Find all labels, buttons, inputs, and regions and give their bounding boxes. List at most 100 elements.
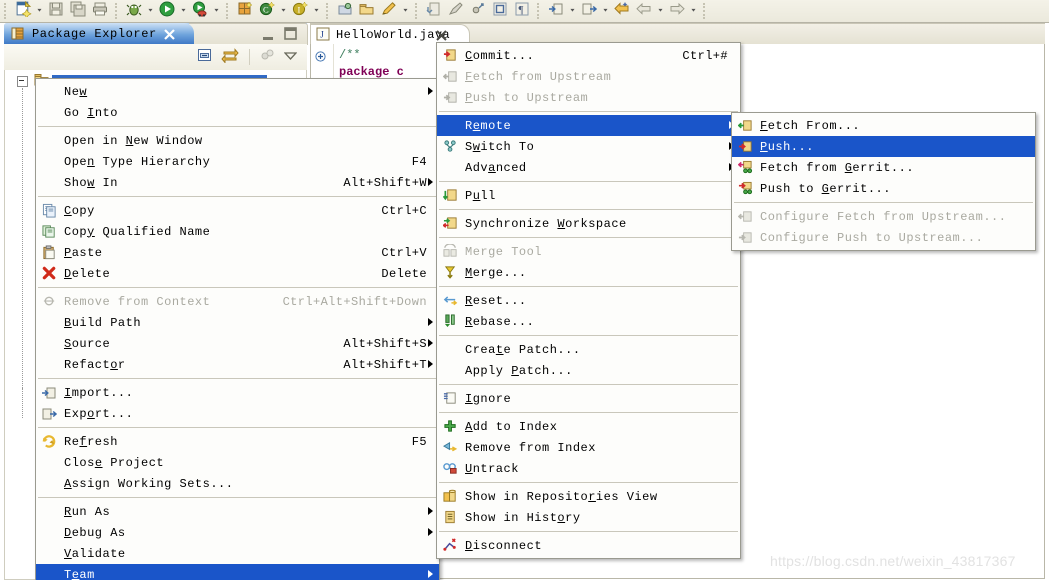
menu-item-copy[interactable]: Copy Ctrl+C	[36, 200, 439, 221]
menu-item-delete[interactable]: Delete Delete	[36, 263, 439, 284]
menu-item-reset[interactable]: Reset...	[437, 290, 740, 311]
package-explorer-tab[interactable]: Package Explorer	[4, 23, 308, 47]
show-whitespace-button[interactable]: ¶	[511, 1, 533, 21]
menu-item-apply-patch[interactable]: Apply Patch...	[437, 360, 740, 381]
save-button[interactable]	[45, 1, 67, 21]
menu-item-show-in-history[interactable]: Show in History	[437, 507, 740, 528]
collapse-all-icon[interactable]	[197, 47, 213, 68]
menu-item-go-into[interactable]: Go Into	[36, 102, 439, 123]
export-button-dropdown[interactable]	[600, 1, 611, 21]
new-java-class-button-dropdown[interactable]	[278, 1, 289, 21]
menu-item-ignore[interactable]: Ignore	[437, 388, 740, 409]
block-selection-icon	[492, 1, 508, 22]
menu-item-validate[interactable]: Validate	[36, 543, 439, 564]
previous-annotation-button[interactable]	[423, 1, 445, 21]
remote-submenu[interactable]: Fetch From... Push... Fetch from Gerrit...…	[731, 112, 1036, 251]
menu-item-export[interactable]: Export...	[36, 403, 439, 424]
menu-item-assign-working-sets[interactable]: Assign Working Sets...	[36, 473, 439, 494]
run-button[interactable]	[156, 1, 178, 21]
new-java-class-button[interactable]: C	[256, 0, 278, 21]
menu-item-disconnect[interactable]: Disconnect	[437, 535, 740, 556]
menu-item-new[interactable]: New	[36, 81, 439, 102]
search-button-dropdown[interactable]	[400, 1, 411, 21]
tree-expander-icon[interactable]	[17, 76, 28, 87]
print-button[interactable]	[89, 1, 111, 21]
external-tools-button[interactable]	[189, 1, 211, 21]
open-type-button[interactable]	[334, 1, 356, 21]
import-button[interactable]	[545, 1, 567, 21]
next-annotation-button[interactable]	[445, 1, 467, 21]
menu-item-source[interactable]: Source Alt+Shift+S	[36, 333, 439, 354]
menu-item-fetch-from[interactable]: Fetch From...	[732, 115, 1035, 136]
menu-item-configure-fetch-from-upstream[interactable]: Configure Fetch from Upstream...	[732, 206, 1035, 227]
back-button-dropdown[interactable]	[655, 1, 666, 21]
menu-item-team[interactable]: Team	[36, 564, 439, 580]
menu-item-create-patch[interactable]: Create Patch...	[437, 339, 740, 360]
close-x-icon[interactable]	[164, 27, 175, 45]
new-java-package-button[interactable]	[234, 0, 256, 21]
menu-item-fetch-from-gerrit[interactable]: Fetch from Gerrit...	[732, 157, 1035, 178]
menu-item-switch-to[interactable]: Switch To	[437, 136, 740, 157]
new-java-interface-button-dropdown[interactable]	[311, 1, 322, 21]
menu-item-advanced[interactable]: Advanced	[437, 157, 740, 178]
folding-expand-icon[interactable]	[315, 49, 326, 67]
forward-button[interactable]	[666, 1, 688, 21]
minimize-icon[interactable]	[262, 29, 275, 47]
menu-item-show-in-repositories-view[interactable]: Show in Repositories View	[437, 486, 740, 507]
back-button[interactable]	[633, 1, 655, 21]
menu-item-refresh[interactable]: Refresh F5	[36, 431, 439, 452]
menu-item-pull[interactable]: Pull	[437, 185, 740, 206]
menu-item-remove-from-index[interactable]: Remove from Index	[437, 437, 740, 458]
menu-item-run-as[interactable]: Run As	[36, 501, 439, 522]
debug-button-dropdown[interactable]	[145, 1, 156, 21]
menu-item-merge-tool[interactable]: Merge Tool	[437, 241, 740, 262]
link-editor-icon[interactable]	[221, 47, 239, 68]
team-submenu[interactable]: Commit... Ctrl+# Fetch from Upstream Push t…	[436, 42, 741, 559]
menu-item-label: Fetch From...	[760, 118, 861, 133]
menu-item-commit[interactable]: Commit... Ctrl+#	[437, 45, 740, 66]
menu-item-fetch-from-upstream[interactable]: Fetch from Upstream	[437, 66, 740, 87]
menu-item-push-to-upstream[interactable]: Push to Upstream	[437, 87, 740, 108]
new-wizard-button[interactable]	[12, 0, 34, 21]
new-java-interface-button[interactable]: I	[289, 0, 311, 21]
toggle-block-selection-button[interactable]	[489, 1, 511, 21]
debug-button[interactable]	[123, 1, 145, 21]
menu-item-open-type-hierarchy[interactable]: Open Type Hierarchy F4	[36, 151, 439, 172]
menu-item-remove-from-context[interactable]: Remove from Context Ctrl+Alt+Shift+Down	[36, 291, 439, 312]
menu-item-untrack[interactable]: Untrack	[437, 458, 740, 479]
menu-item-configure-push-to-upstream[interactable]: Configure Push to Upstream...	[732, 227, 1035, 248]
menu-item-refactor[interactable]: Refactor Alt+Shift+T	[36, 354, 439, 375]
close-x-icon[interactable]	[436, 28, 447, 46]
import-button-dropdown[interactable]	[567, 1, 578, 21]
menu-item-debug-as[interactable]: Debug As	[36, 522, 439, 543]
menu-item-build-path[interactable]: Build Path	[36, 312, 439, 333]
chevron-down-icon[interactable]	[283, 48, 298, 66]
quick-access-button[interactable]	[611, 1, 633, 21]
menu-item-add-to-index[interactable]: Add to Index	[437, 416, 740, 437]
menu-item-paste[interactable]: Paste Ctrl+V	[36, 242, 439, 263]
menu-item-open-in-new-window[interactable]: Open in New Window	[36, 130, 439, 151]
forward-button-dropdown[interactable]	[688, 1, 699, 21]
menu-item-synchronize-workspace[interactable]: Synchronize Workspace	[437, 213, 740, 234]
run-button-dropdown[interactable]	[178, 1, 189, 21]
menu-item-close-project[interactable]: Close Project	[36, 452, 439, 473]
menu-item-remote[interactable]: Remote	[437, 115, 740, 136]
menu-item-merge[interactable]: Merge...	[437, 262, 740, 283]
project-context-menu[interactable]: New Go Into Open in New Window Open Type Hi…	[35, 78, 440, 580]
menu-item-show-in[interactable]: Show In Alt+Shift+W	[36, 172, 439, 193]
menu-item-push-to-gerrit[interactable]: Push to Gerrit...	[732, 178, 1035, 199]
menu-item-push[interactable]: Push...	[732, 136, 1035, 157]
open-task-button[interactable]	[356, 1, 378, 21]
save-all-button[interactable]	[67, 1, 89, 21]
new-wizard-button-dropdown[interactable]	[34, 1, 45, 21]
menu-item-rebase[interactable]: Rebase...	[437, 311, 740, 332]
menu-item-copy-qualified-name[interactable]: Copy Qualified Name	[36, 221, 439, 242]
search-button[interactable]	[378, 1, 400, 21]
last-edit-location-button[interactable]	[467, 1, 489, 21]
menu-item-import[interactable]: Import...	[36, 382, 439, 403]
main-toolbar: C I ¶	[0, 0, 1049, 23]
focus-icon[interactable]	[260, 47, 276, 68]
maximize-icon[interactable]	[284, 27, 297, 45]
export-button[interactable]	[578, 1, 600, 21]
external-tools-button-dropdown[interactable]	[211, 1, 222, 21]
